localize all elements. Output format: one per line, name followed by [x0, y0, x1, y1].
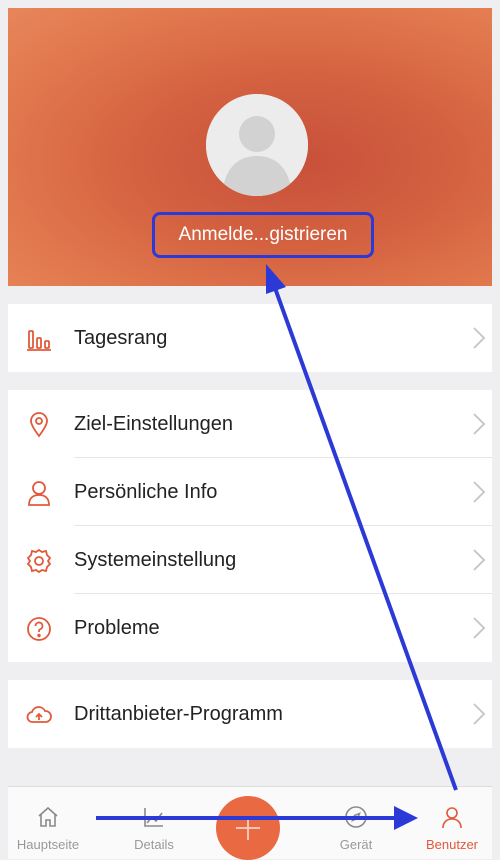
trend-chart-icon: [142, 805, 166, 829]
compass-icon: [344, 805, 368, 829]
tab-label-benutzer: Benutzer: [425, 837, 479, 852]
tab-geraet[interactable]: Gerät: [316, 787, 396, 859]
login-register-button[interactable]: Anmelde...gistrieren: [152, 212, 374, 258]
location-pin-icon: [26, 412, 52, 438]
menu-label-probleme: Probleme: [74, 617, 160, 639]
tab-benutzer[interactable]: Benutzer: [412, 787, 492, 859]
tab-label-geraet: Gerät: [339, 837, 373, 852]
tab-details[interactable]: Details: [114, 787, 194, 859]
home-icon: [36, 805, 60, 829]
gear-icon: [26, 548, 52, 574]
chevron-right-icon: [472, 702, 486, 726]
chevron-right-icon: [472, 412, 486, 436]
menu-label-dritt: Drittanbieter-Programm: [74, 703, 283, 725]
tab-label-hauptseite: Hauptseite: [16, 837, 80, 852]
bar-chart-icon: [26, 326, 52, 352]
menu-item-systemeinstellung[interactable]: Systemeinstellung: [8, 526, 492, 594]
menu-label-ziel: Ziel-Einstellungen: [74, 413, 233, 435]
menu-label-system: Systemeinstellung: [74, 549, 237, 571]
menu-label-info: Persönliche Info: [74, 481, 218, 503]
tab-label-details: Details: [134, 837, 174, 852]
chevron-right-icon: [472, 326, 486, 350]
question-icon: [26, 616, 52, 642]
chevron-right-icon: [472, 548, 486, 572]
menu-label-tagesrang: Tagesrang: [74, 327, 168, 349]
profile-header: Anmelde...gistrieren: [8, 8, 492, 286]
menu-item-persoenliche-info[interactable]: Persönliche Info: [8, 458, 492, 526]
person-icon: [26, 480, 52, 506]
chevron-right-icon: [472, 480, 486, 504]
cloud-upload-icon: [26, 702, 52, 728]
menu-item-ziel-einstellungen[interactable]: Ziel-Einstellungen: [8, 390, 492, 458]
chevron-right-icon: [472, 616, 486, 640]
menu-item-drittanbieter-programm[interactable]: Drittanbieter-Programm: [8, 680, 492, 748]
user-avatar-icon[interactable]: [206, 94, 308, 196]
add-button[interactable]: [216, 796, 280, 860]
tab-hauptseite[interactable]: Hauptseite: [8, 787, 88, 859]
menu-item-probleme[interactable]: Probleme: [8, 594, 492, 662]
menu-item-tagesrang[interactable]: Tagesrang: [8, 304, 492, 372]
person-icon: [440, 805, 464, 829]
